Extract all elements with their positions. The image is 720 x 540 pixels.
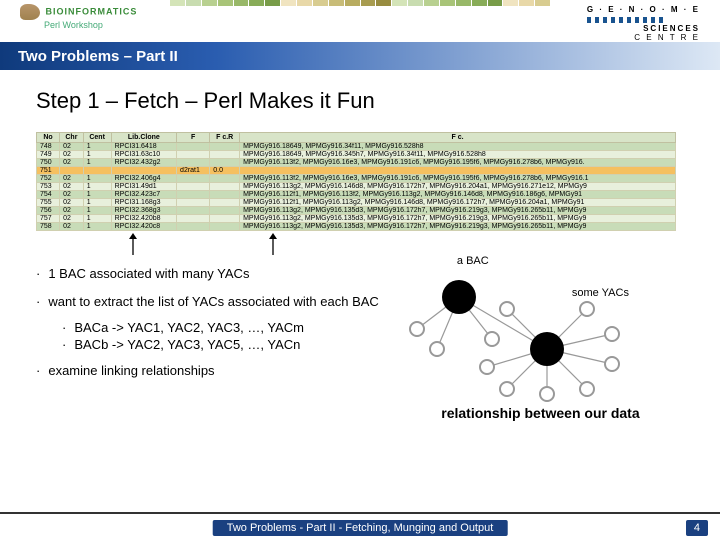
dots-icon — [587, 17, 667, 23]
diagram-lines — [397, 259, 637, 399]
sub-bullet-list: BACa -> YAC1, YAC2, YAC3, …, YACm BACb -… — [62, 320, 387, 352]
satellite-node-icon — [579, 381, 595, 397]
satellite-node-icon — [604, 356, 620, 372]
satellite-node-icon — [429, 341, 445, 357]
slide-footer: Two Problems - Part II - Fetching, Mungi… — [0, 512, 720, 540]
bullet-3: examine linking relationships — [36, 362, 387, 380]
bullet-2: want to extract the list of YACs associa… — [36, 293, 387, 311]
title-bar: Two Problems – Part II — [0, 42, 720, 70]
slide-header: BIOINFORMATICS Perl Workshop G · E · N ·… — [0, 0, 720, 42]
satellite-node-icon — [499, 301, 515, 317]
satellite-node-icon — [539, 386, 555, 402]
logo-left-bottom: Perl Workshop — [44, 20, 103, 30]
genome-logo: G · E · N · O · M · E SCIENCES C E N T R… — [587, 6, 700, 42]
satellite-node-icon — [484, 331, 500, 347]
decorative-squares — [170, 0, 550, 8]
step-title: Step 1 – Fetch – Perl Makes it Fun — [36, 88, 684, 114]
sub-bullet-1: BACa -> YAC1, YAC2, YAC3, …, YACm — [62, 320, 387, 335]
diagram-caption: relationship between our data — [397, 405, 684, 421]
bioinformatics-logo: BIOINFORMATICS Perl Workshop — [20, 4, 137, 30]
bullet-list: 1 BAC associated with many YACs want to … — [36, 265, 387, 310]
page-number: 4 — [686, 520, 708, 536]
satellite-node-icon — [479, 359, 495, 375]
data-table: NoChrCentLib.CloneFF c.RF c.748021RPCI31… — [36, 132, 676, 231]
satellite-node-icon — [579, 301, 595, 317]
logo-right-bot: C E N T R E — [587, 34, 700, 43]
bullet-list-2: examine linking relationships — [36, 362, 387, 380]
hub-node-icon — [530, 332, 564, 366]
logo-left-top: BIOINFORMATICS — [46, 6, 138, 16]
camel-icon — [20, 4, 40, 20]
satellite-node-icon — [409, 321, 425, 337]
slide-section-title: Two Problems – Part II — [18, 48, 178, 65]
logo-right-top: G · E · N · O · M · E — [587, 6, 700, 15]
hub-node-icon — [442, 280, 476, 314]
sub-bullet-2: BACb -> YAC2, YAC3, YAC5, …, YACn — [62, 337, 387, 352]
pointer-arrows — [36, 233, 684, 259]
satellite-node-icon — [499, 381, 515, 397]
bullet-1: 1 BAC associated with many YACs — [36, 265, 387, 283]
satellite-node-icon — [604, 326, 620, 342]
footer-text: Two Problems - Part II - Fetching, Mungi… — [213, 520, 508, 536]
relationship-diagram: a BAC some YACs — [397, 259, 637, 399]
slide-content: Step 1 – Fetch – Perl Makes it Fun NoChr… — [0, 70, 720, 421]
